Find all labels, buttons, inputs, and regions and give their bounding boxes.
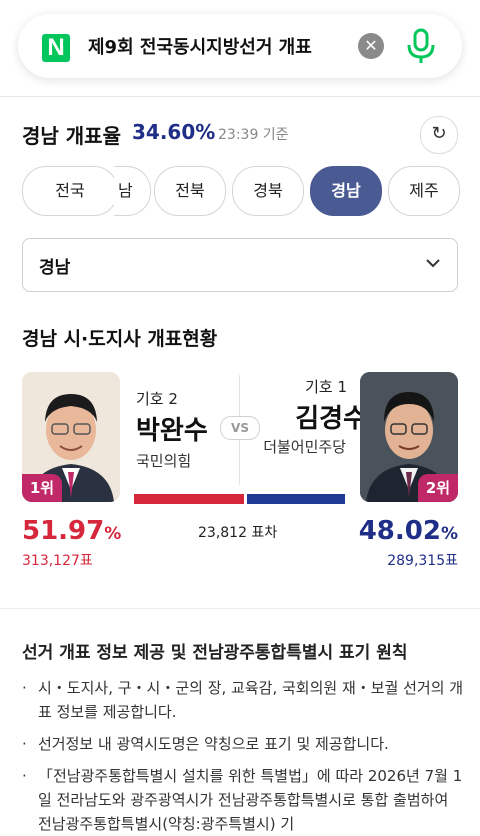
close-icon[interactable]: ✕ — [358, 33, 384, 59]
bullet: · — [22, 735, 27, 753]
candidate-right-name[interactable]: 김경수 — [295, 398, 367, 435]
divider — [0, 608, 480, 609]
region-select-value: 경남 — [39, 258, 71, 278]
rate-value: 34.60% — [132, 120, 216, 144]
notice-item: · 선거정보 내 광역시도명은 약칭으로 표기 및 제공합니다. — [22, 732, 464, 756]
section-title: 경남 시·도지사 개표현황 — [22, 328, 218, 350]
search-field[interactable]: N 제9회 전국동시지방선거 개표 ✕ — [18, 14, 462, 78]
chip-partial[interactable]: 남 — [114, 166, 151, 216]
bullet: · — [22, 679, 27, 697]
rate-title: 경남 개표율 — [22, 124, 121, 148]
bullet: · — [22, 767, 27, 785]
divider — [0, 96, 480, 97]
search-bar: N 제9회 전국동시지방선거 개표 ✕ — [0, 0, 480, 96]
chip-jeonbuk[interactable]: 전북 — [154, 166, 226, 216]
candidate-left-party: 국민의힘 — [136, 452, 192, 470]
rate-timestamp: 23:39 기준 — [218, 127, 289, 143]
search-input[interactable]: 제9회 전국동시지방선거 개표 — [88, 34, 348, 62]
notice-item: · 시・도지사, 구・시・군의 장, 교육감, 국회의원 재・보궐 선거의 개표… — [22, 676, 464, 724]
notice-text: 선거정보 내 광역시도명은 약칭으로 표기 및 제공합니다. — [38, 735, 389, 753]
vote-bar-left — [134, 494, 244, 504]
candidate-right-party: 더불어민주당 — [263, 438, 346, 456]
candidate-right-symbol: 기호 1 — [305, 378, 347, 396]
rank-badge-left: 1위 — [22, 474, 62, 502]
notice-text: 「전남광주통합특별시 설치를 위한 특별법」에 따라 2026년 7월 1일 전… — [38, 767, 463, 833]
region-select[interactable]: 경남 — [22, 238, 458, 292]
count-rate-row: 경남 개표율 34.60% 23:39 기준 ↻ — [22, 116, 462, 154]
region-chips: 전국 남 전북 경북 경남 제주 — [22, 166, 462, 218]
chip-jeju[interactable]: 제주 — [388, 166, 460, 216]
candidate-right-votes: 289,315표 — [387, 553, 458, 569]
chip-gyeongnam[interactable]: 경남 — [310, 166, 382, 216]
percent-unit: % — [440, 524, 458, 544]
percent-unit: % — [104, 524, 122, 544]
naver-logo[interactable]: N — [42, 34, 70, 62]
vote-bar-right — [247, 494, 345, 504]
candidate-left-percent: 51.97% — [22, 516, 122, 546]
candidate-left-symbol: 기호 2 — [136, 390, 178, 408]
notice-item: · 「전남광주통합특별시 설치를 위한 특별법」에 따라 2026년 7월 1일… — [22, 764, 464, 836]
refresh-icon[interactable]: ↻ — [420, 116, 458, 154]
chip-gyeongbuk[interactable]: 경북 — [232, 166, 304, 216]
candidate-left-name[interactable]: 박완수 — [136, 410, 208, 447]
notice-text: 시・도지사, 구・시・군의 장, 교육감, 국회의원 재・보궐 선거의 개표 정… — [38, 679, 464, 721]
rank-badge-right: 2위 — [418, 474, 458, 502]
chevron-down-icon — [426, 259, 440, 268]
candidate-right-percent: 48.02% — [358, 516, 458, 546]
notice-title: 선거 개표 정보 제공 및 전남광주통합특별시 표기 원칙 — [22, 643, 408, 663]
vs-badge: VS — [220, 416, 260, 440]
candidate-photo-right[interactable]: 2위 — [360, 372, 458, 502]
mic-icon[interactable] — [404, 28, 438, 64]
vote-margin: 23,812 표차 — [198, 525, 278, 541]
chip-national[interactable]: 전국 — [22, 166, 118, 216]
candidate-photo-left[interactable]: 1위 — [22, 372, 120, 502]
candidate-left-votes: 313,127표 — [22, 553, 93, 569]
